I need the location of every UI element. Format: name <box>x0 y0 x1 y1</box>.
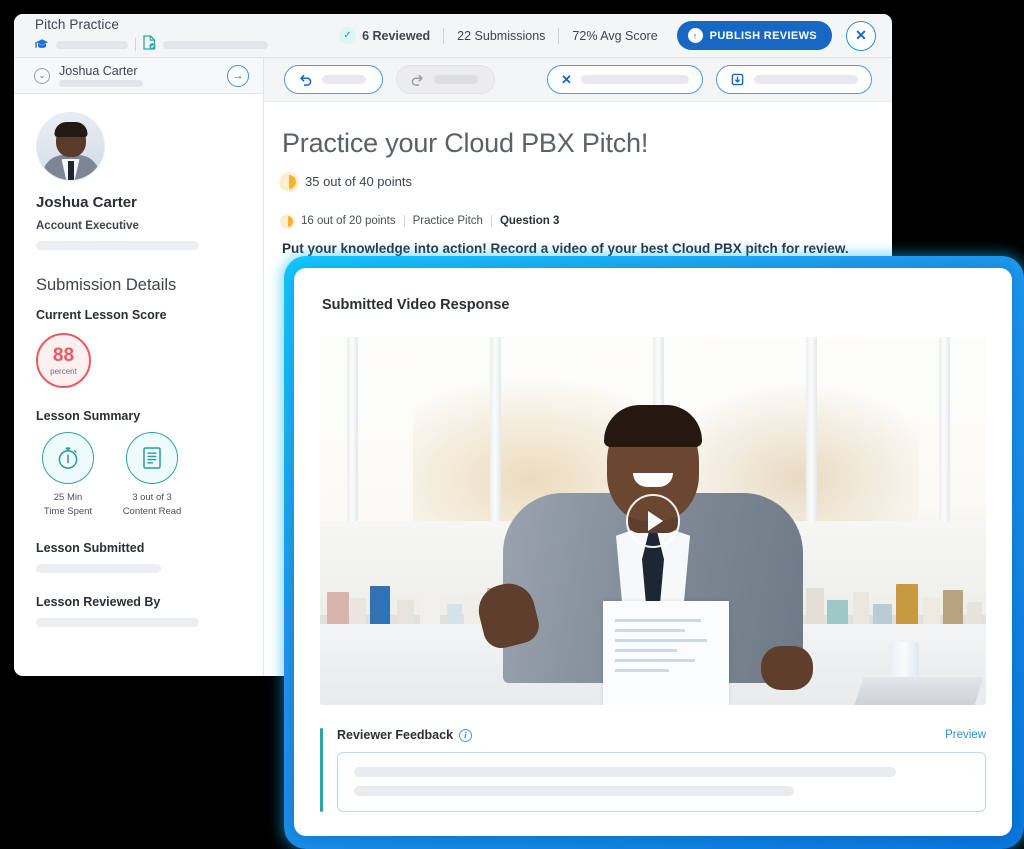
check-icon: ✓ <box>339 27 357 44</box>
total-points-label: 35 out of 40 points <box>305 174 412 189</box>
summary-time-line1: 25 Min <box>53 492 83 503</box>
save-label-skeleton <box>754 75 858 84</box>
sidebar-content: Joshua Carter Account Executive Submissi… <box>14 94 263 627</box>
question-points-label: 16 out of 20 points <box>301 215 396 227</box>
lesson-score-value: 88 <box>52 344 75 366</box>
feedback-header: Reviewer Feedback i Preview <box>337 728 986 742</box>
feedback-column: Reviewer Feedback i Preview <box>323 728 986 812</box>
keyboard <box>854 677 984 705</box>
avatar <box>36 112 105 181</box>
question-meta-row: 16 out of 20 points Practice Pitch Quest… <box>282 215 868 227</box>
header-meta <box>35 34 268 55</box>
summary-item-content: 3 out of 3 Content Read <box>120 432 184 519</box>
feedback-skeleton-2 <box>354 786 794 796</box>
sidebar-student-skeleton <box>59 80 143 87</box>
graduation-cap-icon <box>35 38 49 51</box>
play-icon[interactable] <box>626 494 680 548</box>
student-role: Account Executive <box>36 220 139 232</box>
lesson-title: Practice your Cloud PBX Pitch! <box>282 128 649 158</box>
summary-content-line2: Content Read <box>122 505 182 517</box>
reviewer-feedback-input[interactable] <box>337 752 986 812</box>
reject-x-icon: ✕ <box>561 72 572 87</box>
lesson-summary-label: Lesson Summary <box>36 409 141 423</box>
publish-reviews-label: PUBLISH REVIEWS <box>709 29 817 42</box>
document-check-icon <box>143 34 156 55</box>
reviewed-stat: ✓ 6 Reviewed <box>337 27 443 44</box>
submission-details-heading: Submission Details <box>36 276 177 294</box>
reviewer-feedback-label: Reviewer Feedback <box>337 728 454 742</box>
publish-reviews-button[interactable]: ↑ PUBLISH REVIEWS <box>676 21 832 50</box>
save-button[interactable] <box>716 65 872 94</box>
redo-label-skeleton <box>434 75 478 84</box>
submitted-video-modal: Submitted Video Response Reviewer Feedba… <box>294 268 1012 836</box>
save-download-icon <box>730 72 745 87</box>
reject-button[interactable]: ✕ <box>547 65 703 94</box>
summary-time-line2: Time Spent <box>43 505 93 517</box>
screenshot-stage: Pitch Practice ✓ 6 Reviewed 22 Submissio… <box>0 0 1024 849</box>
submissions-label: 22 Submissions <box>457 28 546 43</box>
document-icon <box>126 432 178 484</box>
lesson-summary-row: 25 Min Time Spent 3 out of 3 Content Rea… <box>36 432 243 519</box>
header-skeleton-1 <box>56 40 128 49</box>
subject-paper <box>603 601 730 705</box>
feedback-skeleton-1 <box>354 767 896 777</box>
avg-score-label: 72% Avg Score <box>572 28 658 43</box>
lesson-score-unit: percent <box>50 366 77 376</box>
current-lesson-score-label: Current Lesson Score <box>36 308 167 322</box>
reject-label-skeleton <box>580 75 689 84</box>
lesson-submitted-label: Lesson Submitted <box>36 540 145 555</box>
modal-title: Submitted Video Response <box>322 297 510 313</box>
header-skeleton-2 <box>163 40 268 49</box>
lesson-submitted-skeleton <box>36 563 161 573</box>
question-divider-1 <box>403 215 405 227</box>
lesson-reviewed-by-block: Lesson Reviewed By <box>36 595 243 627</box>
header-divider <box>135 38 136 51</box>
stopwatch-icon <box>42 432 94 484</box>
question-number-label: Question 3 <box>499 215 560 227</box>
next-student-button[interactable]: → <box>227 64 249 87</box>
lesson-reviewed-by-label: Lesson Reviewed By <box>36 594 161 609</box>
student-name: Joshua Carter <box>36 194 137 211</box>
lesson-submitted-block: Lesson Submitted <box>36 541 243 573</box>
preview-link[interactable]: Preview <box>945 729 986 741</box>
subject-right-hand <box>760 646 813 691</box>
sidebar-student-info: Joshua Carter <box>59 64 143 87</box>
sidebar-student-name: Joshua Carter <box>59 64 138 78</box>
points-dot-icon <box>282 174 296 189</box>
summary-content-line1: 3 out of 3 <box>132 492 172 503</box>
question-points-dot-icon <box>282 215 293 227</box>
editor-toolbar: ✕ <box>264 58 892 102</box>
close-button[interactable]: ✕ <box>846 20 876 51</box>
play-triangle <box>647 511 663 531</box>
sidebar-student-row[interactable]: ⌄ Joshua Carter → <box>14 58 263 94</box>
question-divider-2 <box>490 215 492 227</box>
redo-icon <box>410 72 425 87</box>
close-icon: ✕ <box>855 27 867 43</box>
page-title: Pitch Practice <box>35 16 119 32</box>
total-points-row: 35 out of 40 points <box>282 174 868 189</box>
reviewed-label: 6 Reviewed <box>362 28 431 43</box>
reviewer-feedback-section: Reviewer Feedback i Preview <box>320 728 986 812</box>
lesson-reviewed-by-skeleton <box>36 617 199 627</box>
undo-label-skeleton <box>322 75 366 84</box>
undo-icon <box>298 72 313 87</box>
sidebar: ⌄ Joshua Carter → Joshua Carter Account … <box>14 58 264 676</box>
header-left: Pitch Practice <box>14 17 268 55</box>
info-icon[interactable]: i <box>459 728 473 742</box>
app-header: Pitch Practice ✓ 6 Reviewed 22 Submissio… <box>14 14 892 58</box>
lesson-score-badge: 88 percent <box>36 333 91 388</box>
undo-button[interactable] <box>284 65 383 94</box>
question-category-label: Practice Pitch <box>412 215 483 227</box>
chevron-down-icon[interactable]: ⌄ <box>34 67 50 84</box>
upload-arrow-icon: ↑ <box>687 28 703 43</box>
summary-item-time: 25 Min Time Spent <box>36 432 100 519</box>
redo-button[interactable] <box>396 65 495 94</box>
lesson-content: Practice your Cloud PBX Pitch! 35 out of… <box>264 102 892 259</box>
header-right: ✓ 6 Reviewed 22 Submissions 72% Avg Scor… <box>337 20 892 51</box>
student-meta-skeleton <box>36 241 199 250</box>
video-player[interactable] <box>320 337 986 705</box>
